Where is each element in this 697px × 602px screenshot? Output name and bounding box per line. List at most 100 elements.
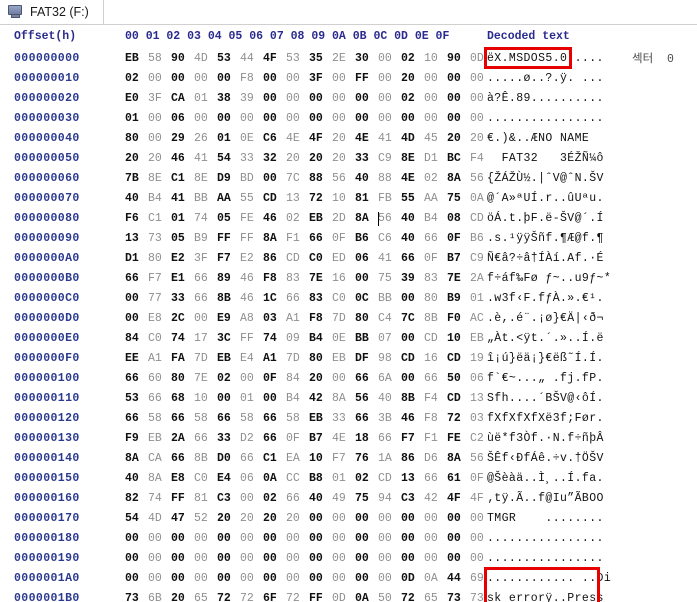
hex-byte[interactable]: 8E [401, 149, 424, 169]
row-bytes[interactable]: 00 00 00 00 00 00 00 00 00 00 00 00 00 00 00 00 [125, 549, 493, 569]
hex-byte[interactable]: 00 [401, 289, 424, 309]
row-bytes[interactable]: F9 EB 2A 66 33 D2 66 0F B7 4E 18 66 F7 F1 FE C2 [125, 429, 493, 449]
hex-byte[interactable]: 80 [125, 129, 148, 149]
hex-byte[interactable]: 8A [332, 389, 355, 409]
hex-byte[interactable]: 38 [217, 89, 240, 109]
hex-byte[interactable]: 0E [240, 129, 263, 149]
hex-byte[interactable]: 66 [125, 369, 148, 389]
hex-byte[interactable]: 00 [401, 109, 424, 129]
hex-byte[interactable]: 32 [263, 149, 286, 169]
hex-byte[interactable]: 20 [286, 509, 309, 529]
hex-byte[interactable]: 00 [125, 549, 148, 569]
hex-byte[interactable]: 42 [309, 389, 332, 409]
hex-byte[interactable]: 56 [332, 169, 355, 189]
hex-byte[interactable]: FF [171, 489, 194, 509]
hex-byte[interactable]: 46 [401, 409, 424, 429]
hex-byte[interactable]: CA [171, 89, 194, 109]
hex-byte[interactable]: 00 [263, 549, 286, 569]
hex-byte[interactable]: 20 [148, 149, 171, 169]
hex-byte[interactable]: F8 [263, 269, 286, 289]
hex-byte[interactable]: 00 [194, 549, 217, 569]
hex-byte[interactable]: 33 [217, 429, 240, 449]
hex-byte[interactable]: 8A [148, 469, 171, 489]
hex-byte[interactable]: AA [217, 189, 240, 209]
hex-byte[interactable]: CA [148, 449, 171, 469]
hex-byte[interactable]: 00 [217, 529, 240, 549]
hex-byte[interactable]: E4 [240, 349, 263, 369]
hex-byte[interactable]: CD [263, 189, 286, 209]
hex-byte[interactable]: E4 [217, 469, 240, 489]
row-bytes[interactable]: 01 00 06 00 00 00 00 00 00 00 00 00 00 00 00 00 [125, 109, 493, 129]
hex-byte[interactable]: 02 [401, 89, 424, 109]
hex-byte[interactable]: 02 [217, 369, 240, 389]
hex-byte[interactable]: F6 [125, 209, 148, 229]
hex-byte[interactable]: FE [447, 429, 470, 449]
hex-byte[interactable]: 00 [309, 529, 332, 549]
hex-row[interactable]: 000000170 54 4D 47 52 20 20 20 20 00 00 00 00 00 00 00 0… [0, 509, 697, 529]
hex-byte[interactable]: 49 [332, 489, 355, 509]
row-decoded-text[interactable]: .è,.é¨.¡ø}€Ä|‹ð¬ [487, 309, 604, 329]
hex-byte[interactable]: F4 [424, 389, 447, 409]
hex-row[interactable]: 000000020 E0 3F CA 01 38 39 00 00 00 00 00 00 02 00 00 0… [0, 89, 697, 109]
hex-byte[interactable]: 01 [332, 469, 355, 489]
hex-byte[interactable]: 01 [125, 109, 148, 129]
hex-row[interactable]: 000000060 7B 8E C1 8E D9 BD 00 7C 88 56 40 88 4E 02 8A 5… [0, 169, 697, 189]
row-bytes[interactable]: 7B 8E C1 8E D9 BD 00 7C 88 56 40 88 4E 02 8A 56 [125, 169, 493, 189]
hex-byte[interactable]: 0F [286, 429, 309, 449]
hex-byte[interactable]: 05 [217, 209, 240, 229]
hex-byte[interactable]: 84 [125, 329, 148, 349]
hex-byte[interactable]: 47 [171, 509, 194, 529]
hex-row[interactable]: 000000160 82 74 FF 81 C3 00 02 66 40 49 75 94 C3 42 4F 4… [0, 489, 697, 509]
row-bytes[interactable]: D1 80 E2 3F F7 E2 86 CD C0 ED 06 41 66 0F B7 C9 [125, 249, 493, 269]
hex-byte[interactable]: 00 [355, 269, 378, 289]
hex-byte[interactable]: 01 [217, 129, 240, 149]
hex-byte[interactable]: 55 [240, 189, 263, 209]
hex-byte[interactable]: 00 [240, 109, 263, 129]
hex-byte[interactable]: 68 [171, 389, 194, 409]
hex-byte[interactable]: 72 [217, 589, 240, 602]
row-decoded-text[interactable]: ................ [487, 549, 604, 569]
hex-byte[interactable]: 81 [355, 189, 378, 209]
hex-byte[interactable]: 0A [424, 569, 447, 589]
hex-byte[interactable]: 07 [378, 329, 401, 349]
hex-byte[interactable]: 00 [309, 89, 332, 109]
hex-byte[interactable]: 1A [378, 449, 401, 469]
hex-byte[interactable]: 00 [355, 529, 378, 549]
hex-byte[interactable]: 46 [171, 149, 194, 169]
hex-byte[interactable]: 00 [309, 549, 332, 569]
row-decoded-text[interactable]: î¡ú}ëä¡}€ëß˜Í.Í. [487, 349, 604, 369]
hex-byte[interactable]: 40 [125, 469, 148, 489]
hex-byte[interactable]: 7E [309, 269, 332, 289]
hex-byte[interactable]: 00 [171, 569, 194, 589]
hex-byte[interactable]: 10 [194, 389, 217, 409]
hex-byte[interactable]: 00 [332, 89, 355, 109]
hex-byte[interactable]: 0E [332, 329, 355, 349]
hex-byte[interactable]: 00 [378, 529, 401, 549]
hex-byte[interactable]: F1 [286, 229, 309, 249]
hex-byte[interactable]: D1 [125, 249, 148, 269]
hex-byte[interactable]: 80 [148, 249, 171, 269]
hex-byte[interactable]: 00 [263, 109, 286, 129]
hex-row[interactable]: 0000000D0 00 E8 2C 00 E9 A8 03 A1 F8 7D 80 C4 7C 8B F0 A… [0, 309, 697, 329]
hex-byte[interactable]: 06 [240, 469, 263, 489]
hex-byte[interactable]: 7C [286, 169, 309, 189]
hex-byte[interactable]: 72 [447, 409, 470, 429]
row-bytes[interactable]: 66 60 80 7E 02 00 0F 84 20 00 66 6A 00 66 50 06 [125, 369, 493, 389]
hex-row[interactable]: 0000000A0 D1 80 E2 3F F7 E2 86 CD C0 ED 06 41 66 0F B7 C… [0, 249, 697, 269]
hex-byte[interactable]: 00 [240, 569, 263, 589]
row-bytes[interactable]: 73 6B 20 65 72 72 6F 72 FF 0D 0A 50 72 65 73 73 [125, 589, 493, 602]
hex-byte[interactable]: 05 [171, 229, 194, 249]
hex-byte[interactable]: 6F [263, 589, 286, 602]
hex-byte[interactable]: 00 [309, 109, 332, 129]
hex-byte[interactable]: 01 [194, 89, 217, 109]
hex-byte[interactable]: 8A [125, 449, 148, 469]
hex-byte[interactable]: 66 [125, 269, 148, 289]
hex-byte[interactable]: 00 [286, 529, 309, 549]
hex-byte[interactable]: C0 [309, 249, 332, 269]
hex-byte[interactable]: B4 [309, 329, 332, 349]
hex-byte[interactable]: 7D [286, 349, 309, 369]
hex-byte[interactable]: A8 [240, 309, 263, 329]
hex-byte[interactable]: 72 [309, 189, 332, 209]
hex-byte[interactable]: 7E [194, 369, 217, 389]
hex-byte[interactable]: B6 [355, 229, 378, 249]
